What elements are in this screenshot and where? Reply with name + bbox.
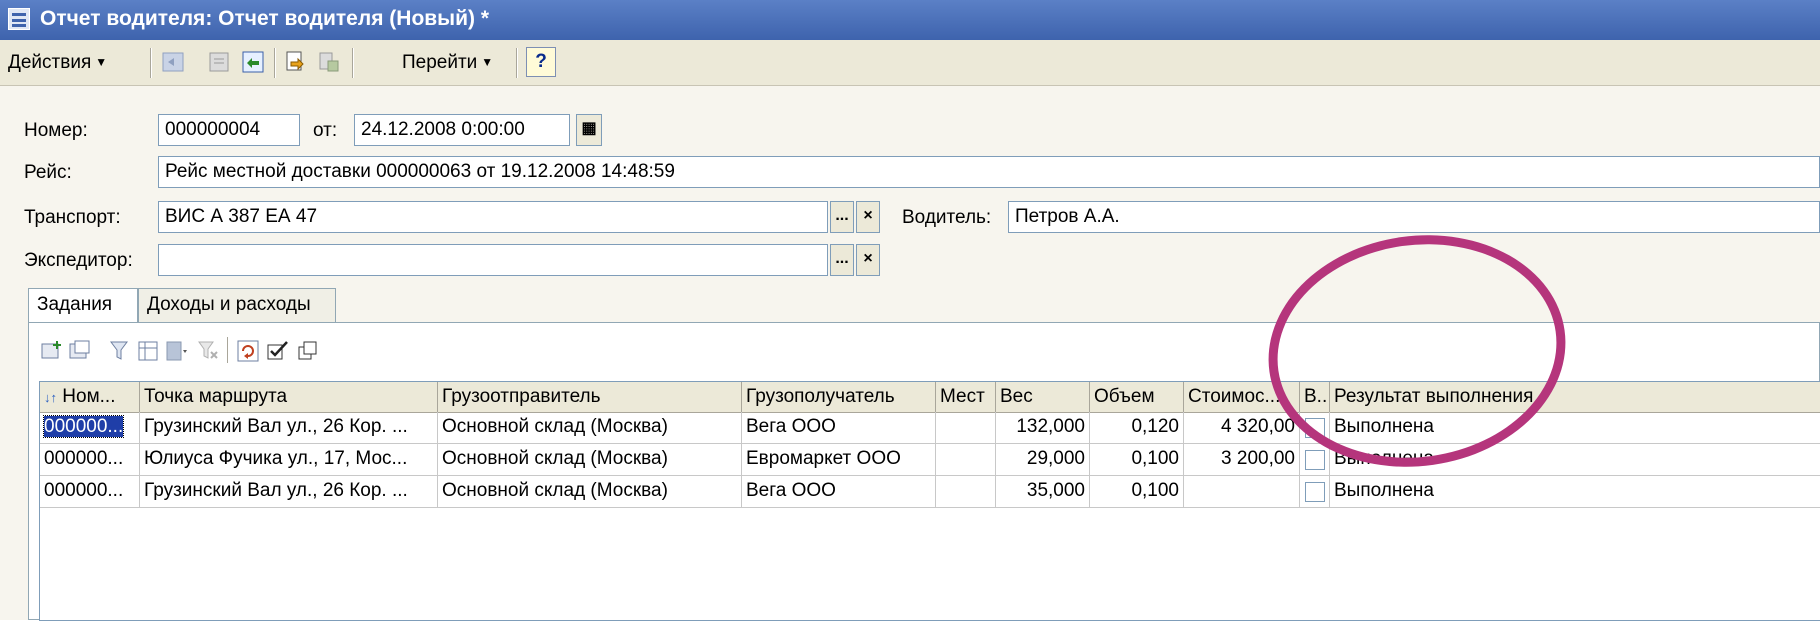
actions-menu[interactable]: Действия ▼ <box>8 52 107 74</box>
forwarder-select-button[interactable]: ... <box>830 244 854 276</box>
tab-income-expenses[interactable]: Доходы и расходы <box>138 288 336 322</box>
refresh-icon[interactable] <box>235 337 261 365</box>
column-header-places[interactable]: Мест <box>936 382 996 412</box>
chevron-down-icon: ▼ <box>95 55 108 69</box>
grid-toolbar-separator <box>227 337 228 363</box>
trip-label: Рейс: <box>24 162 72 183</box>
driver-field[interactable]: Петров А.А. <box>1008 201 1820 233</box>
cell-volume[interactable]: 0,100 <box>1090 444 1184 476</box>
transport-select-button[interactable]: ... <box>830 201 854 233</box>
window-title: Отчет водителя: Отчет водителя (Новый) * <box>40 7 490 30</box>
cell-done[interactable] <box>1300 476 1330 508</box>
cell-sender[interactable]: Основной склад (Москва) <box>438 476 742 508</box>
tasks-table[interactable]: ↓↑ Ном... Точка маршрута Грузоотправител… <box>39 381 1820 621</box>
table-row[interactable]: 000000... Грузинский Вал ул., 26 Кор. ..… <box>40 412 1820 444</box>
column-header-receiver[interactable]: Грузополучатель <box>742 382 936 412</box>
cell-number[interactable]: 000000... <box>40 444 140 476</box>
driver-label: Водитель: <box>902 207 992 228</box>
cell-number[interactable]: 000000... <box>40 476 140 508</box>
transport-field[interactable]: ВИС А 387 ЕА 47 <box>158 201 828 233</box>
forwarder-label: Экспедитор: <box>24 250 133 271</box>
cell-places[interactable] <box>936 476 996 508</box>
column-header-number-label: Ном... <box>62 386 116 407</box>
cell-route-point[interactable]: Грузинский Вал ул., 26 Кор. ... <box>140 412 438 444</box>
column-header-weight[interactable]: Вес <box>996 382 1090 412</box>
done-checkbox[interactable] <box>1305 482 1325 502</box>
number-field[interactable]: 000000004 <box>158 114 300 146</box>
add-row-icon[interactable] <box>39 337 65 365</box>
forwarder-field[interactable] <box>158 244 828 276</box>
cell-cost[interactable]: 3 200,00 <box>1184 444 1300 476</box>
goto-menu[interactable]: Перейти ▼ <box>402 52 493 74</box>
post-document-icon[interactable] <box>240 49 266 75</box>
cell-sender[interactable]: Основной склад (Москва) <box>438 444 742 476</box>
document-icon <box>8 8 30 30</box>
trip-field[interactable]: Рейс местной доставки 000000063 от 19.12… <box>158 156 1820 188</box>
cell-weight[interactable]: 29,000 <box>996 444 1090 476</box>
column-header-number[interactable]: ↓↑ Ном... <box>40 382 140 412</box>
cell-cost[interactable] <box>1184 476 1300 508</box>
fill-down-icon[interactable] <box>163 337 189 365</box>
chevron-down-icon: ▼ <box>481 55 494 69</box>
cell-receiver[interactable]: Вега ООО <box>742 412 936 444</box>
help-button[interactable]: ? <box>526 47 556 77</box>
windows-icon[interactable] <box>295 337 321 365</box>
cell-places[interactable] <box>936 412 996 444</box>
cell-volume[interactable]: 0,120 <box>1090 412 1184 444</box>
forwarder-clear-icon[interactable]: × <box>856 244 880 276</box>
move-left-icon[interactable] <box>160 49 186 75</box>
filter-icon[interactable] <box>107 337 133 365</box>
cell-weight[interactable]: 35,000 <box>996 476 1090 508</box>
cell-done[interactable] <box>1300 444 1330 476</box>
cell-sender[interactable]: Основной склад (Москва) <box>438 412 742 444</box>
transport-label: Транспорт: <box>24 207 121 228</box>
table-row[interactable]: 000000... Грузинский Вал ул., 26 Кор. ..… <box>40 476 1820 508</box>
transport-clear-icon[interactable]: × <box>856 201 880 233</box>
date-from-label: от: <box>313 120 338 141</box>
cell-result[interactable]: Выполнена <box>1330 476 1820 508</box>
cell-volume[interactable]: 0,100 <box>1090 476 1184 508</box>
sort-icon: ↓↑ <box>44 390 57 405</box>
done-checkbox[interactable] <box>1305 450 1325 470</box>
clear-filter-icon[interactable] <box>195 337 221 365</box>
document-icon[interactable] <box>206 49 232 75</box>
actions-menu-label: Действия <box>8 52 92 73</box>
calendar-icon[interactable]: ▦ <box>576 114 602 146</box>
toolbar-separator <box>516 48 517 78</box>
structure-icon[interactable] <box>316 49 342 75</box>
command-toolbar: Действия ▼ Перейти ▼ ? <box>0 40 1820 86</box>
toolbar-separator <box>352 48 353 78</box>
print-icon[interactable] <box>282 49 308 75</box>
number-label: Номер: <box>24 120 88 141</box>
tab-tasks[interactable]: Задания <box>28 288 138 324</box>
cell-route-point[interactable]: Грузинский Вал ул., 26 Кор. ... <box>140 476 438 508</box>
column-header-route-point[interactable]: Точка маршрута <box>140 382 438 412</box>
cell-places[interactable] <box>936 444 996 476</box>
toolbar-separator <box>274 48 275 78</box>
cell-number[interactable]: 000000... <box>40 412 140 444</box>
toolbar-separator <box>150 48 151 78</box>
copy-row-icon[interactable] <box>67 337 93 365</box>
select-all-icon[interactable] <box>265 337 291 365</box>
cell-receiver[interactable]: Вега ООО <box>742 476 936 508</box>
cell-cost[interactable]: 4 320,00 <box>1184 412 1300 444</box>
table-row[interactable]: 000000... Юлиуса Фучика ул., 17, Мос... … <box>40 444 1820 476</box>
date-field[interactable]: 24.12.2008 0:00:00 <box>354 114 570 146</box>
cell-weight[interactable]: 132,000 <box>996 412 1090 444</box>
cell-receiver[interactable]: Евромаркет ООО <box>742 444 936 476</box>
table-settings-icon[interactable] <box>135 337 161 365</box>
cell-route-point[interactable]: Юлиуса Фучика ул., 17, Мос... <box>140 444 438 476</box>
window-title-bar: Отчет водителя: Отчет водителя (Новый) * <box>0 0 1820 40</box>
column-header-volume[interactable]: Объем <box>1090 382 1184 412</box>
goto-menu-label: Перейти <box>402 52 478 73</box>
cell-number-text: 000000... <box>42 415 125 438</box>
column-header-sender[interactable]: Грузоотправитель <box>438 382 742 412</box>
